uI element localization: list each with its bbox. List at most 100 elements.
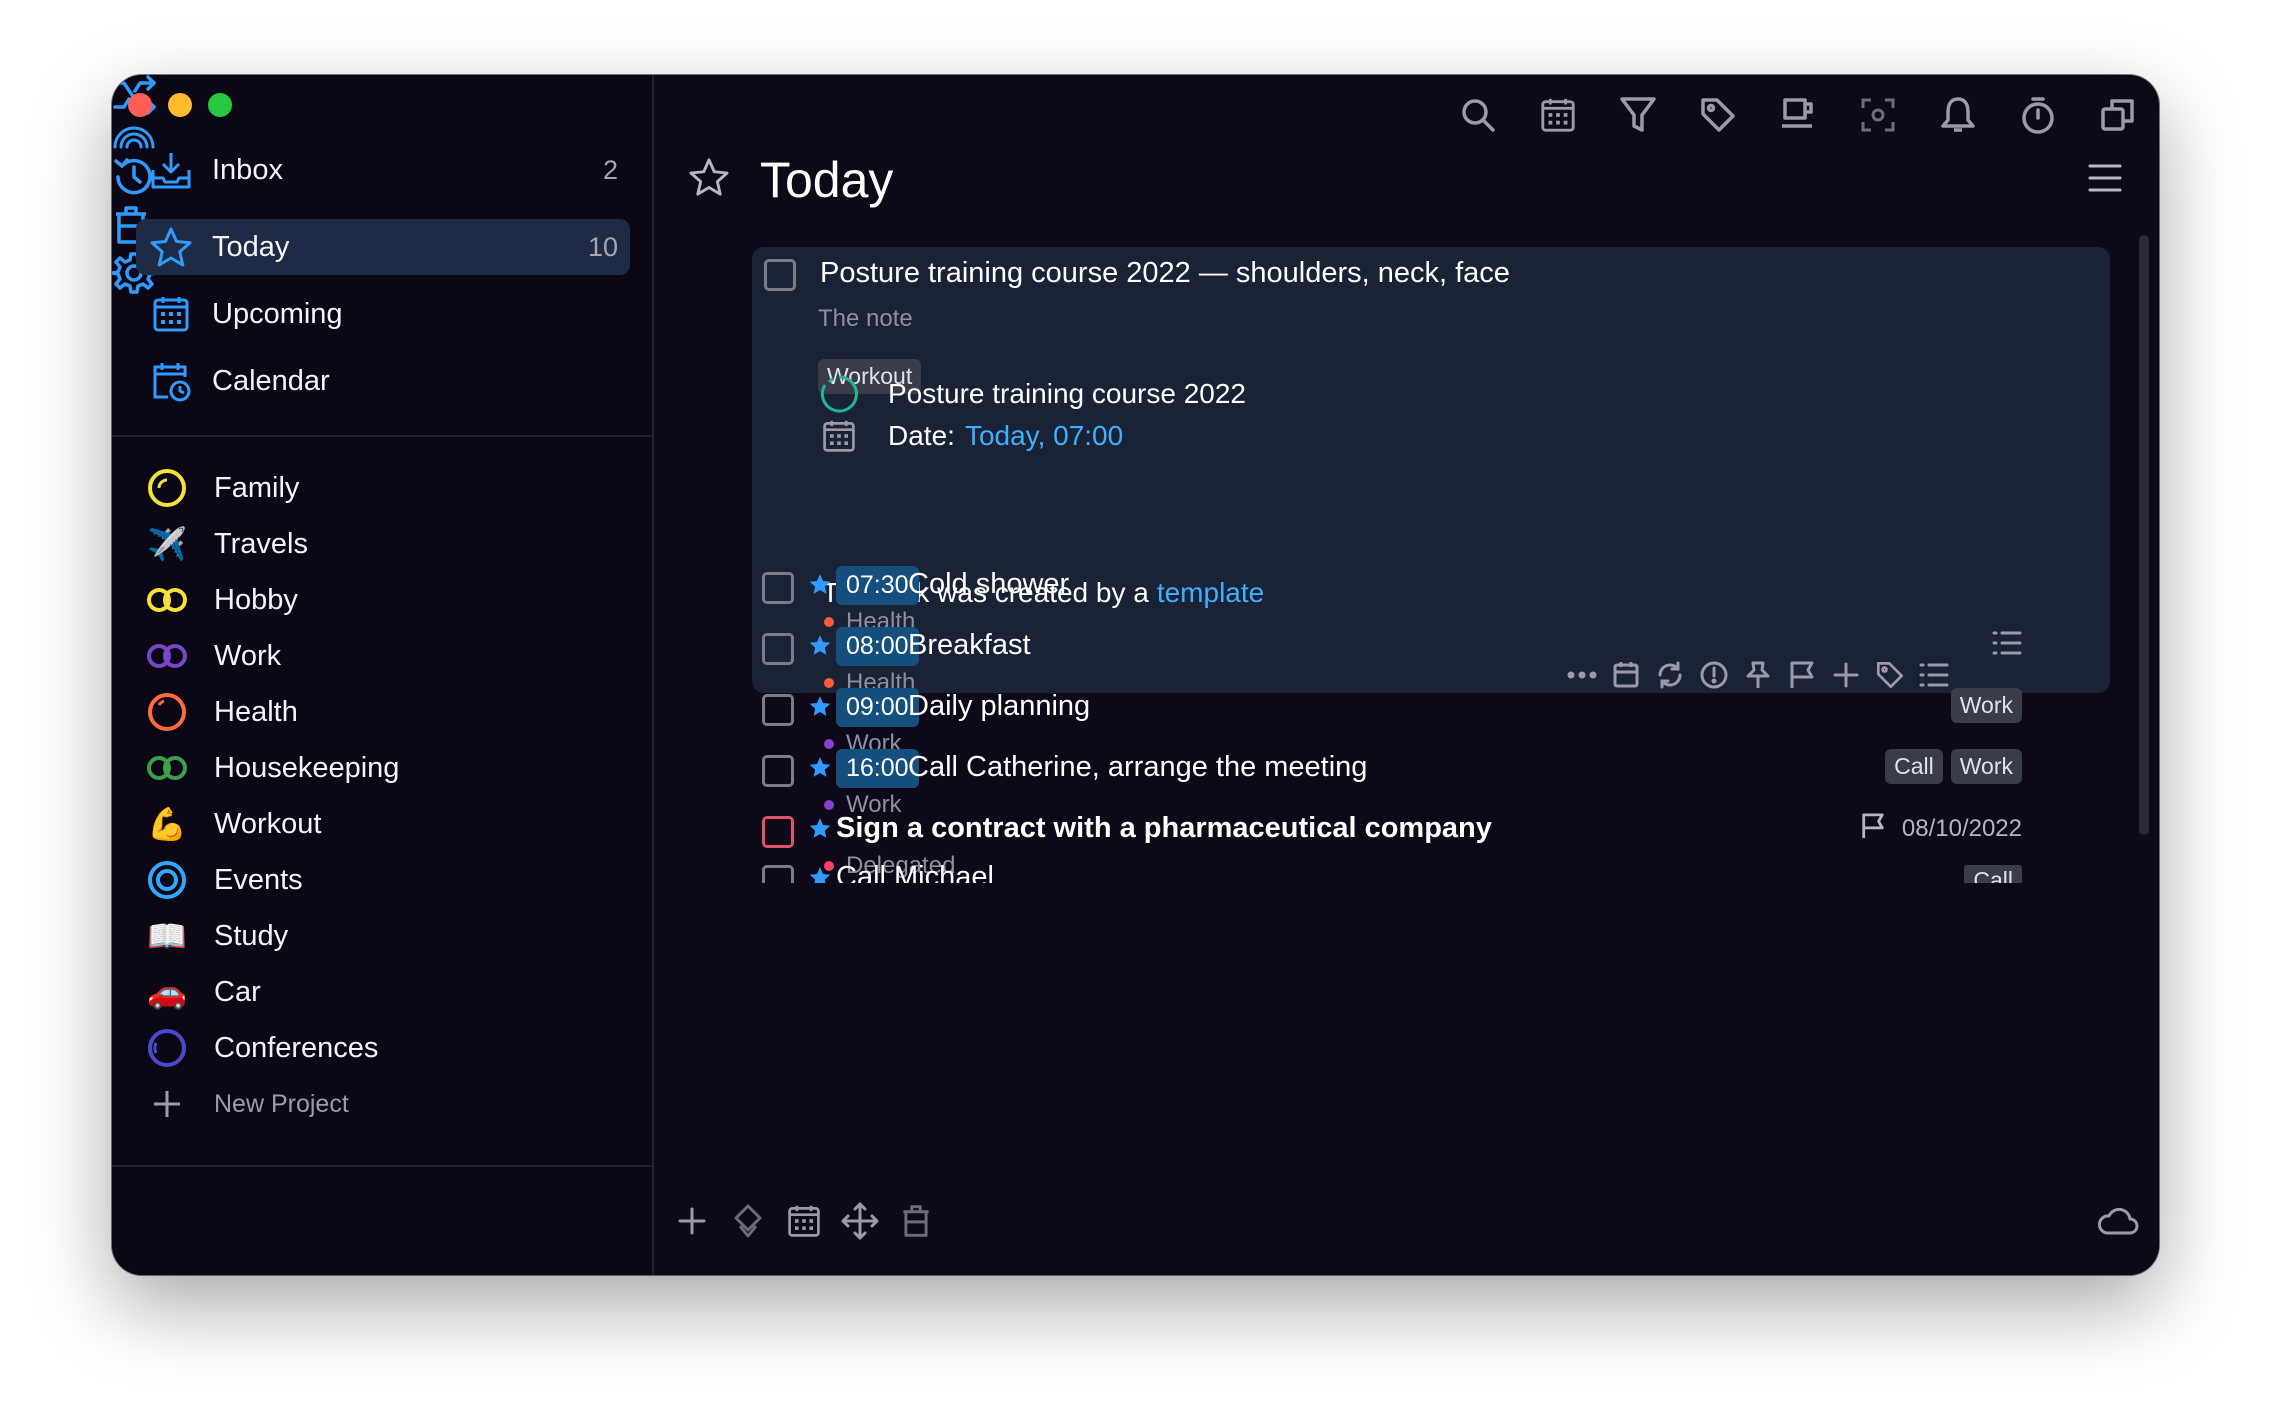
task-checkbox[interactable] bbox=[762, 694, 794, 726]
task-project-row[interactable]: Posture training course 2022 bbox=[818, 373, 1246, 415]
page-title: Today bbox=[760, 152, 894, 208]
today-star-icon bbox=[808, 694, 832, 723]
tag-icon[interactable] bbox=[1694, 91, 1742, 139]
sidebar-project-family[interactable]: Family bbox=[142, 463, 299, 513]
add-icon[interactable] bbox=[668, 1197, 716, 1245]
task-title[interactable]: Cold shower bbox=[908, 568, 1069, 601]
window-controls bbox=[128, 93, 232, 117]
task-title[interactable]: Call Michael bbox=[836, 865, 994, 883]
sidebar-item-upcoming[interactable]: Upcoming bbox=[136, 286, 630, 342]
zoom-window-button[interactable] bbox=[208, 93, 232, 117]
bell-icon[interactable] bbox=[1934, 91, 1982, 139]
project-label: Housekeeping bbox=[214, 751, 400, 784]
task-checkbox[interactable] bbox=[764, 259, 796, 291]
progress-circle-icon bbox=[818, 373, 860, 415]
new-project-button[interactable]: New Project bbox=[142, 1079, 349, 1129]
task-title[interactable]: Call Catherine, arrange the meeting bbox=[908, 751, 1367, 784]
sidebar-project-health[interactable]: Health bbox=[142, 687, 298, 737]
task-title[interactable]: Sign a contract with a pharmaceutical co… bbox=[836, 812, 1492, 845]
sidebar-project-workout[interactable]: 💪 Workout bbox=[142, 799, 321, 849]
task-deadline[interactable]: 08/10/2022 bbox=[1860, 812, 2022, 845]
sidebar-divider bbox=[112, 435, 652, 437]
close-window-button[interactable] bbox=[128, 93, 152, 117]
sidebar-project-car[interactable]: 🚗 Car bbox=[142, 967, 261, 1017]
task-checkbox[interactable] bbox=[762, 816, 794, 848]
scrollbar[interactable] bbox=[2139, 235, 2149, 835]
today-star-icon bbox=[808, 572, 832, 601]
project-label: Family bbox=[214, 471, 300, 504]
delete-icon[interactable] bbox=[892, 1197, 940, 1245]
sidebar-item-label: Calendar bbox=[212, 364, 330, 397]
sidebar-project-study[interactable]: 📖 Study bbox=[142, 911, 288, 961]
sidebar-project-conferences[interactable]: Conferences bbox=[142, 1023, 378, 1073]
date-icon[interactable] bbox=[780, 1197, 828, 1245]
date-label: Date: bbox=[888, 420, 955, 451]
task-tag[interactable]: Work bbox=[1950, 688, 2022, 723]
task-project-name: Posture training course 2022 bbox=[888, 378, 1246, 409]
inbox-count: 2 bbox=[602, 154, 618, 185]
task-note[interactable]: The note bbox=[818, 305, 913, 333]
coffee-cup-icon[interactable] bbox=[1774, 91, 1822, 139]
move-arrows-icon[interactable] bbox=[836, 1197, 884, 1245]
green-rings-icon bbox=[142, 743, 192, 793]
project-label: Hobby bbox=[214, 583, 298, 616]
sidebar: Inbox 2 Today 10 Upcoming Calendar Famil… bbox=[112, 75, 654, 1275]
focus-icon[interactable] bbox=[1854, 91, 1902, 139]
time-badge[interactable]: 16:00 bbox=[836, 749, 919, 788]
sidebar-project-events[interactable]: Events bbox=[142, 855, 303, 905]
sidebar-item-label: Inbox bbox=[212, 153, 283, 186]
sidebar-project-housekeeping[interactable]: Housekeeping bbox=[142, 743, 399, 793]
task-checkbox[interactable] bbox=[762, 633, 794, 665]
upcoming-calendar-icon bbox=[142, 286, 200, 342]
task-checkbox[interactable] bbox=[762, 755, 794, 787]
open-book-icon: 📖 bbox=[147, 918, 187, 954]
task-date-row[interactable]: Date: Today, 07:00 bbox=[818, 415, 1123, 457]
checklist-icon bbox=[1992, 629, 2022, 657]
project-label: Work bbox=[214, 639, 282, 672]
task-title[interactable]: Posture training course 2022 — shoulders… bbox=[820, 257, 1510, 290]
airplane-icon: ✈️ bbox=[147, 526, 187, 562]
cloud-sync-icon[interactable] bbox=[2094, 1197, 2142, 1245]
task-checkbox[interactable] bbox=[762, 865, 794, 883]
task-tags: Work bbox=[1950, 688, 2022, 723]
project-label: Health bbox=[214, 695, 298, 728]
time-badge[interactable]: 07:30 bbox=[836, 566, 919, 605]
sidebar-project-hobby[interactable]: Hobby bbox=[142, 575, 298, 625]
sidebar-item-inbox[interactable]: Inbox 2 bbox=[136, 142, 630, 198]
task-title[interactable]: Daily planning bbox=[908, 690, 1090, 723]
today-star-icon bbox=[808, 755, 832, 784]
sidebar-project-work[interactable]: Work bbox=[142, 631, 281, 681]
project-label: Events bbox=[214, 863, 303, 896]
sidebar-item-today[interactable]: Today 10 bbox=[136, 219, 630, 275]
calendar-icon[interactable] bbox=[1534, 91, 1582, 139]
timer-icon[interactable] bbox=[2014, 91, 2062, 139]
search-icon[interactable] bbox=[1454, 91, 1502, 139]
sidebar-project-travels[interactable]: ✈️ Travels bbox=[142, 519, 308, 569]
menu-lines-icon[interactable] bbox=[2087, 163, 2123, 198]
project-label: Car bbox=[214, 975, 261, 1008]
task-checkbox[interactable] bbox=[762, 572, 794, 604]
main-panel: Today Posture training course 2022 — sho… bbox=[654, 75, 2159, 1275]
time-badge[interactable]: 09:00 bbox=[836, 688, 919, 727]
yellow-rings-icon bbox=[142, 575, 192, 625]
app-window: Inbox 2 Today 10 Upcoming Calendar Famil… bbox=[112, 75, 2159, 1275]
task-tag[interactable]: Call bbox=[1885, 749, 1943, 784]
time-badge[interactable]: 08:00 bbox=[836, 627, 919, 666]
minimize-window-button[interactable] bbox=[168, 93, 192, 117]
flexed-biceps-icon: 💪 bbox=[147, 806, 187, 842]
task-tag[interactable]: Call bbox=[1964, 865, 2022, 883]
windows-icon[interactable] bbox=[2094, 91, 2142, 139]
project-label: Conferences bbox=[214, 1031, 379, 1064]
task-title[interactable]: Breakfast bbox=[908, 629, 1031, 662]
new-project-label: New Project bbox=[214, 1089, 349, 1118]
deadline-flag-icon bbox=[1860, 812, 1886, 845]
date-value-link[interactable]: Today, 07:00 bbox=[965, 420, 1123, 452]
star-icon bbox=[142, 219, 200, 275]
task-tag[interactable]: Work bbox=[1950, 749, 2022, 784]
move-priority-icon[interactable] bbox=[724, 1197, 772, 1245]
blue-target-icon bbox=[142, 855, 192, 905]
filter-icon[interactable] bbox=[1614, 91, 1662, 139]
bottom-toolbar bbox=[654, 1165, 2159, 1275]
task-row-partial[interactable]: Call Michael Call bbox=[752, 865, 2042, 883]
sidebar-item-calendar[interactable]: Calendar bbox=[136, 353, 630, 409]
